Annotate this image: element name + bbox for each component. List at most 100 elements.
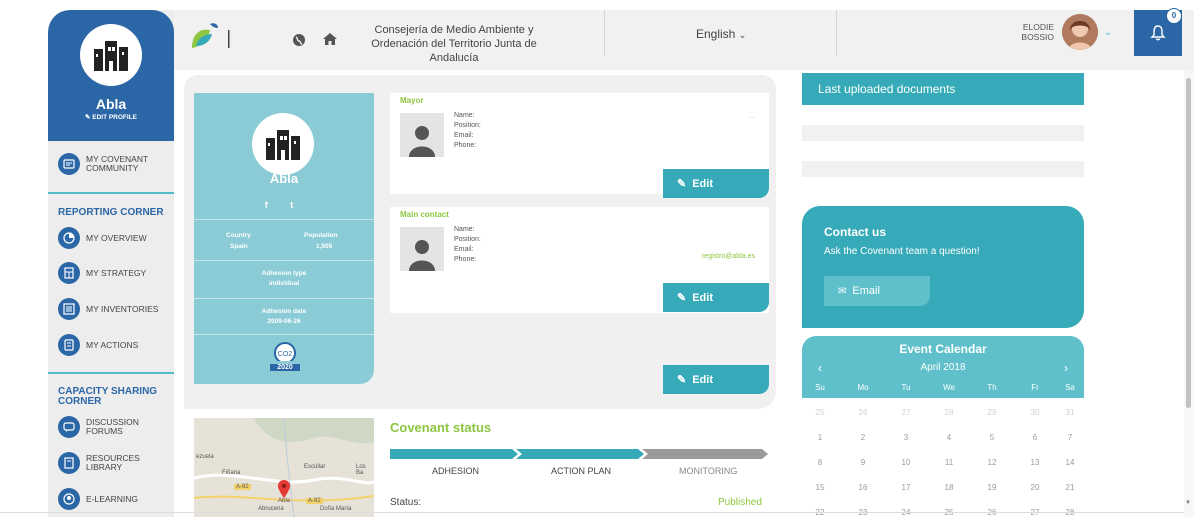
calendar-day[interactable]: 13 xyxy=(1025,458,1045,467)
weekday-label: We xyxy=(943,383,955,392)
scroll-down-arrow[interactable]: ▼ xyxy=(1185,500,1191,506)
svg-text:CO2: CO2 xyxy=(278,351,293,358)
field-position-label: Position: xyxy=(454,122,481,129)
sidebar-item-resources-library[interactable]: RESOURCES LIBRARY xyxy=(58,452,146,474)
main-contact-box: Main contact Name: Position: Email: Phon… xyxy=(390,207,769,313)
email-button[interactable]: ✉ Email xyxy=(824,276,930,306)
calendar-day[interactable]: 9 xyxy=(853,458,873,467)
calendar-day[interactable]: 10 xyxy=(896,458,916,467)
calendar-day[interactable]: 14 xyxy=(1060,458,1080,467)
sidebar-item-e-learning[interactable]: E-LEARNING xyxy=(58,488,138,510)
edit-profile-link[interactable]: ✎ EDIT PROFILE xyxy=(48,113,174,121)
sidebar-item-label: MY STRATEGY xyxy=(86,267,147,278)
population-value: 1,505 xyxy=(316,243,333,250)
calendar-next-button[interactable]: › xyxy=(1064,361,1068,375)
envelope-icon: ✉ xyxy=(838,285,847,297)
avatar[interactable] xyxy=(1062,14,1098,50)
sidebar-item-my-strategy[interactable]: MY STRATEGY xyxy=(58,262,146,284)
library-icon xyxy=(58,452,80,474)
divider xyxy=(48,372,174,374)
divider xyxy=(48,192,174,194)
calendar-day[interactable]: 19 xyxy=(982,483,1002,492)
field-name-label: Name: xyxy=(454,226,475,233)
calendar-day[interactable]: 8 xyxy=(810,458,830,467)
chevron-down-icon: ⌄ xyxy=(738,30,747,40)
population-label: Population xyxy=(304,232,338,239)
step-action-plan: ACTION PLAN xyxy=(551,466,612,476)
actions-icon xyxy=(58,334,80,356)
more-dots: ... xyxy=(749,113,755,120)
document-row[interactable] xyxy=(802,125,1084,141)
community-icon xyxy=(58,153,80,175)
profile-city-name: Abla xyxy=(269,171,299,186)
calendar-day[interactable]: 15 xyxy=(810,483,830,492)
sidebar-item-my-inventories[interactable]: MY INVENTORIES xyxy=(58,298,158,320)
weekday-label: Sa xyxy=(1065,383,1075,392)
edit-main-contact-button[interactable]: ✎ Edit xyxy=(663,283,769,312)
globe-icon[interactable] xyxy=(292,33,306,52)
map-road-label: A-92 xyxy=(234,484,251,490)
calendar-day[interactable]: 18 xyxy=(939,483,959,492)
sidebar-item-my-community[interactable]: MY COVENANT COMMUNITY xyxy=(58,153,166,175)
divider xyxy=(836,10,837,56)
field-name-label: Name: xyxy=(454,112,475,119)
sidebar-item-discussion-forums[interactable]: DISCUSSION FORUMS xyxy=(58,416,146,438)
calendar-day[interactable]: 20 xyxy=(1025,483,1045,492)
sidebar-item-my-actions[interactable]: MY ACTIONS xyxy=(58,334,138,356)
calendar-day[interactable]: 31 xyxy=(1060,408,1080,417)
edit-mayor-button[interactable]: ✎ Edit xyxy=(663,169,769,198)
calendar-day[interactable]: 28 xyxy=(939,408,959,417)
location-map[interactable]: ezuela Fiñana Escúllar Los Ba A-92 A-92 … xyxy=(194,418,374,517)
calendar-day[interactable]: 16 xyxy=(853,483,873,492)
sidebar-item-my-overview[interactable]: MY OVERVIEW xyxy=(58,227,147,249)
calendar-month: April 2018 xyxy=(920,362,966,373)
sidebar-item-label: MY INVENTORIES xyxy=(86,303,159,314)
sidebar-item-label: E-LEARNING xyxy=(86,493,138,504)
map-road-label: A-92 xyxy=(306,498,323,504)
forum-icon xyxy=(58,416,80,438)
step-adhesion: ADHESION xyxy=(432,466,480,476)
covenant-status-title: Covenant status xyxy=(390,420,492,435)
person-placeholder-icon xyxy=(400,113,444,157)
status-label: Status: xyxy=(390,497,422,508)
document-row[interactable] xyxy=(802,161,1084,177)
calendar-day[interactable]: 17 xyxy=(896,483,916,492)
language-selector[interactable]: English ⌄ xyxy=(696,27,746,41)
calendar-day[interactable]: 29 xyxy=(982,408,1002,417)
user-first-name: ELODIE xyxy=(1022,22,1054,32)
calendar-day[interactable]: 3 xyxy=(896,433,916,442)
calendar-day[interactable]: 27 xyxy=(896,408,916,417)
edit-button[interactable]: ✎ Edit xyxy=(663,365,769,394)
mayor-title: Mayor xyxy=(400,96,424,105)
calendar-day[interactable]: 6 xyxy=(1025,433,1045,442)
adhesion-date-row: Adhesion date 2009-06-26 xyxy=(194,298,374,334)
contact-us-card: Contact us Ask the Covenant team a quest… xyxy=(802,206,1084,328)
user-name[interactable]: ELODIE BOSSIO xyxy=(994,22,1054,42)
social-links[interactable]: f t xyxy=(194,200,374,210)
field-email-label: Email: xyxy=(454,132,474,139)
covenant-progress-arrows xyxy=(390,449,768,459)
calendar-day[interactable]: 2 xyxy=(853,433,873,442)
scrollbar-thumb[interactable] xyxy=(1186,78,1191,408)
calendar-day[interactable]: 26 xyxy=(853,408,873,417)
weekday-label: Tu xyxy=(901,383,911,392)
home-icon[interactable] xyxy=(322,32,338,51)
field-phone-label: Phone: xyxy=(454,142,477,149)
calendar-day[interactable]: 25 xyxy=(810,408,830,417)
calendar-day[interactable]: 11 xyxy=(939,458,959,467)
email-button-label: Email xyxy=(852,285,880,297)
calendar-day[interactable]: 7 xyxy=(1060,433,1080,442)
inventories-icon xyxy=(58,298,80,320)
chevron-down-icon[interactable]: ⌄ xyxy=(1104,27,1112,38)
main-contact-email[interactable]: registro@abla.es xyxy=(702,253,755,260)
calendar-day[interactable]: 5 xyxy=(982,433,1002,442)
sidebar-item-label: MY ACTIONS xyxy=(86,339,139,350)
covenant-logo[interactable] xyxy=(190,20,234,55)
calendar-day[interactable]: 21 xyxy=(1060,483,1080,492)
calendar-day[interactable]: 12 xyxy=(982,458,1002,467)
calendar-day[interactable]: 4 xyxy=(939,433,959,442)
step-monitoring: MONITORING xyxy=(679,466,738,476)
edit-icon: ✎ xyxy=(677,374,687,386)
calendar-day[interactable]: 30 xyxy=(1025,408,1045,417)
calendar-day[interactable]: 1 xyxy=(810,433,830,442)
